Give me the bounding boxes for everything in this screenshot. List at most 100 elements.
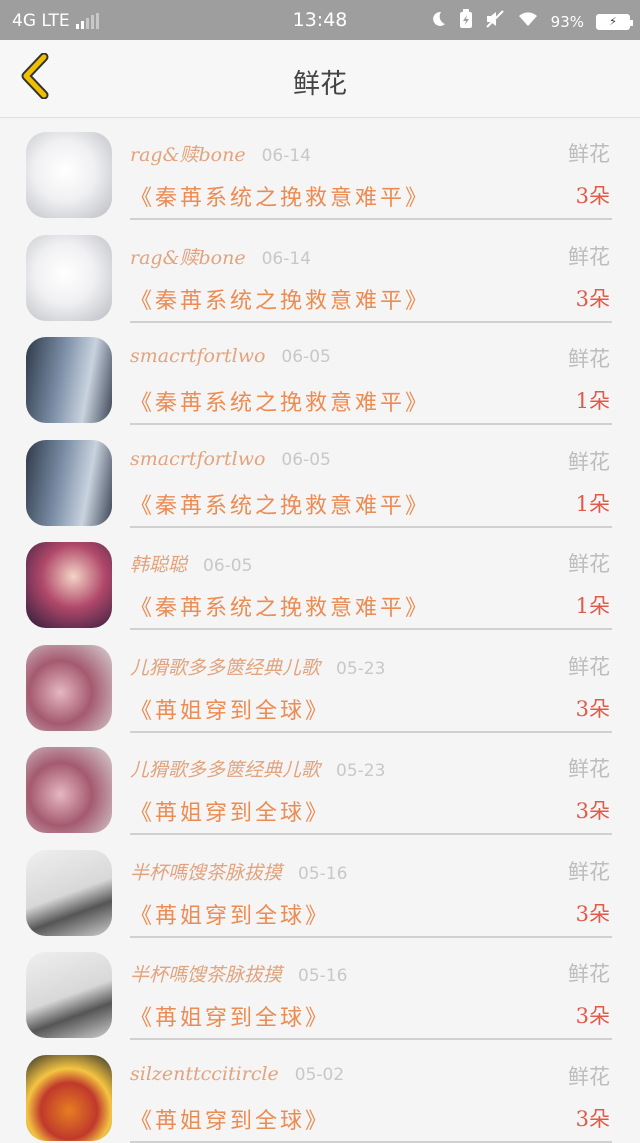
gift-type: 鲜花 bbox=[568, 651, 610, 681]
sender-name-text: rag&赎bone bbox=[130, 144, 246, 166]
list-item[interactable]: rag&赎bone 06-14 鲜花 《秦苒系统之挽救意难平》 3朵 bbox=[0, 221, 640, 324]
avatar[interactable] bbox=[26, 337, 112, 423]
sender-name[interactable]: 儿猾歌多多篋经典儿歌 05-23 bbox=[130, 755, 385, 782]
list-item[interactable]: smacrtfortlwo 06-05 鲜花 《秦苒系统之挽救意难平》 1朵 bbox=[0, 426, 640, 529]
battery-percent: 93% bbox=[551, 13, 584, 31]
avatar[interactable] bbox=[26, 850, 112, 936]
avatar[interactable] bbox=[26, 747, 112, 833]
gift-type: 鲜花 bbox=[568, 958, 610, 988]
status-bar: 4G LTE 13:48 93% ⚡ bbox=[0, 0, 640, 40]
sender-name-text: 半杯嗎馊茶脉拔摸 bbox=[130, 862, 282, 884]
avatar[interactable] bbox=[26, 440, 112, 526]
gift-type: 鲜花 bbox=[568, 343, 610, 373]
gift-date: 06-14 bbox=[262, 249, 311, 269]
list-item[interactable]: 韩聪聪06-05 鲜花 《秦苒系统之挽救意难平》 1朵 bbox=[0, 528, 640, 631]
gift-info: rag&赎bone 06-14 鲜花 《秦苒系统之挽救意难平》 3朵 bbox=[130, 237, 612, 323]
gift-count: 1朵 bbox=[576, 488, 610, 518]
gift-date: 05-23 bbox=[336, 761, 385, 781]
avatar[interactable] bbox=[26, 132, 112, 218]
book-title[interactable]: 《苒姐穿到全球》 bbox=[130, 693, 330, 725]
gift-count: 3朵 bbox=[576, 1000, 610, 1030]
gift-count: 3朵 bbox=[576, 283, 610, 313]
gift-count: 3朵 bbox=[576, 693, 610, 723]
gift-date: 05-02 bbox=[295, 1065, 344, 1085]
book-title[interactable]: 《秦苒系统之挽救意难平》 bbox=[130, 385, 430, 417]
sender-name[interactable]: silzenttccitircle 05-02 bbox=[130, 1063, 344, 1085]
gift-info: 韩聪聪06-05 鲜花 《秦苒系统之挽救意难平》 1朵 bbox=[130, 544, 612, 630]
gift-info: rag&赎bone 06-14 鲜花 《秦苒系统之挽救意难平》 3朵 bbox=[130, 134, 612, 220]
gift-info: 儿猾歌多多篋经典儿歌 05-23 鲜花 《苒姐穿到全球》 3朵 bbox=[130, 749, 612, 835]
sender-name-text: 半杯嗎馊茶脉拔摸 bbox=[130, 964, 282, 986]
sender-name-text: silzenttccitircle bbox=[130, 1063, 279, 1085]
sender-name[interactable]: rag&赎bone 06-14 bbox=[130, 243, 311, 270]
gift-count: 3朵 bbox=[576, 898, 610, 928]
status-icons: 93% ⚡ bbox=[429, 9, 630, 34]
book-title[interactable]: 《秦苒系统之挽救意难平》 bbox=[130, 180, 430, 212]
battery-saver-icon bbox=[459, 9, 473, 34]
book-title[interactable]: 《苒姐穿到全球》 bbox=[130, 1000, 330, 1032]
gift-type: 鲜花 bbox=[568, 446, 610, 476]
sender-name[interactable]: smacrtfortlwo 06-05 bbox=[130, 345, 331, 367]
list-item[interactable]: 儿猾歌多多篋经典儿歌 05-23 鲜花 《苒姐穿到全球》 3朵 bbox=[0, 631, 640, 734]
page-title: 鲜花 bbox=[0, 62, 640, 101]
sender-name-text: 儿猾歌多多篋经典儿歌 bbox=[130, 759, 320, 781]
gift-list: rag&赎bone 06-14 鲜花 《秦苒系统之挽救意难平》 3朵 rag&赎b… bbox=[0, 118, 640, 1143]
gift-count: 3朵 bbox=[576, 180, 610, 210]
gift-type: 鲜花 bbox=[568, 241, 610, 271]
gift-info: silzenttccitircle 05-02 鲜花 《苒姐穿到全球》 3朵 bbox=[130, 1057, 612, 1143]
book-title[interactable]: 《苒姐穿到全球》 bbox=[130, 898, 330, 930]
sender-name[interactable]: rag&赎bone 06-14 bbox=[130, 140, 311, 167]
sender-name-text: 儿猾歌多多篋经典儿歌 bbox=[130, 657, 320, 679]
list-item[interactable]: 半杯嗎馊茶脉拔摸 05-16 鲜花 《苒姐穿到全球》 3朵 bbox=[0, 836, 640, 939]
gift-date: 05-23 bbox=[336, 659, 385, 679]
gift-date: 06-05 bbox=[281, 450, 330, 470]
gift-info: 半杯嗎馊茶脉拔摸 05-16 鲜花 《苒姐穿到全球》 3朵 bbox=[130, 852, 612, 938]
gift-date: 06-05 bbox=[281, 347, 330, 367]
gift-info: smacrtfortlwo 06-05 鲜花 《秦苒系统之挽救意难平》 1朵 bbox=[130, 339, 612, 425]
gift-count: 3朵 bbox=[576, 1103, 610, 1133]
moon-icon bbox=[429, 10, 447, 33]
sender-name[interactable]: smacrtfortlwo 06-05 bbox=[130, 448, 331, 470]
gift-info: 半杯嗎馊茶脉拔摸 05-16 鲜花 《苒姐穿到全球》 3朵 bbox=[130, 954, 612, 1040]
gift-count: 3朵 bbox=[576, 795, 610, 825]
list-item[interactable]: rag&赎bone 06-14 鲜花 《秦苒系统之挽救意难平》 3朵 bbox=[0, 118, 640, 221]
avatar[interactable] bbox=[26, 952, 112, 1038]
sender-name[interactable]: 半杯嗎馊茶脉拔摸 05-16 bbox=[130, 960, 347, 987]
sender-name[interactable]: 儿猾歌多多篋经典儿歌 05-23 bbox=[130, 653, 385, 680]
avatar[interactable] bbox=[26, 235, 112, 321]
book-title[interactable]: 《苒姐穿到全球》 bbox=[130, 1103, 330, 1135]
avatar[interactable] bbox=[26, 542, 112, 628]
list-item[interactable]: 半杯嗎馊茶脉拔摸 05-16 鲜花 《苒姐穿到全球》 3朵 bbox=[0, 938, 640, 1041]
gift-info: smacrtfortlwo 06-05 鲜花 《秦苒系统之挽救意难平》 1朵 bbox=[130, 442, 612, 528]
gift-date: 05-16 bbox=[298, 966, 347, 986]
gift-type: 鲜花 bbox=[568, 1061, 610, 1091]
book-title[interactable]: 《苒姐穿到全球》 bbox=[130, 795, 330, 827]
list-item[interactable]: 儿猾歌多多篋经典儿歌 05-23 鲜花 《苒姐穿到全球》 3朵 bbox=[0, 733, 640, 836]
gift-type: 鲜花 bbox=[568, 753, 610, 783]
avatar[interactable] bbox=[26, 1055, 112, 1141]
gift-count: 1朵 bbox=[576, 590, 610, 620]
book-title[interactable]: 《秦苒系统之挽救意难平》 bbox=[130, 488, 430, 520]
book-title[interactable]: 《秦苒系统之挽救意难平》 bbox=[130, 283, 430, 315]
mute-icon bbox=[485, 9, 505, 34]
battery-icon: ⚡ bbox=[596, 14, 630, 30]
header-bar: 鲜花 bbox=[0, 40, 640, 118]
gift-type: 鲜花 bbox=[568, 548, 610, 578]
sender-name-text: rag&赎bone bbox=[130, 247, 246, 269]
gift-count: 1朵 bbox=[576, 385, 610, 415]
list-item[interactable]: smacrtfortlwo 06-05 鲜花 《秦苒系统之挽救意难平》 1朵 bbox=[0, 323, 640, 426]
gift-type: 鲜花 bbox=[568, 138, 610, 168]
sender-name[interactable]: 半杯嗎馊茶脉拔摸 05-16 bbox=[130, 858, 347, 885]
list-item[interactable]: silzenttccitircle 05-02 鲜花 《苒姐穿到全球》 3朵 bbox=[0, 1041, 640, 1143]
book-title[interactable]: 《秦苒系统之挽救意难平》 bbox=[130, 590, 430, 622]
gift-type: 鲜花 bbox=[568, 856, 610, 886]
sender-name-text: smacrtfortlwo bbox=[130, 448, 265, 470]
avatar[interactable] bbox=[26, 645, 112, 731]
gift-date: 06-05 bbox=[203, 556, 252, 576]
sender-name[interactable]: 韩聪聪06-05 bbox=[130, 550, 252, 577]
gift-info: 儿猾歌多多篋经典儿歌 05-23 鲜花 《苒姐穿到全球》 3朵 bbox=[130, 647, 612, 733]
gift-date: 05-16 bbox=[298, 864, 347, 884]
sender-name-text: smacrtfortlwo bbox=[130, 345, 265, 367]
wifi-icon bbox=[517, 10, 539, 33]
gift-date: 06-14 bbox=[262, 146, 311, 166]
